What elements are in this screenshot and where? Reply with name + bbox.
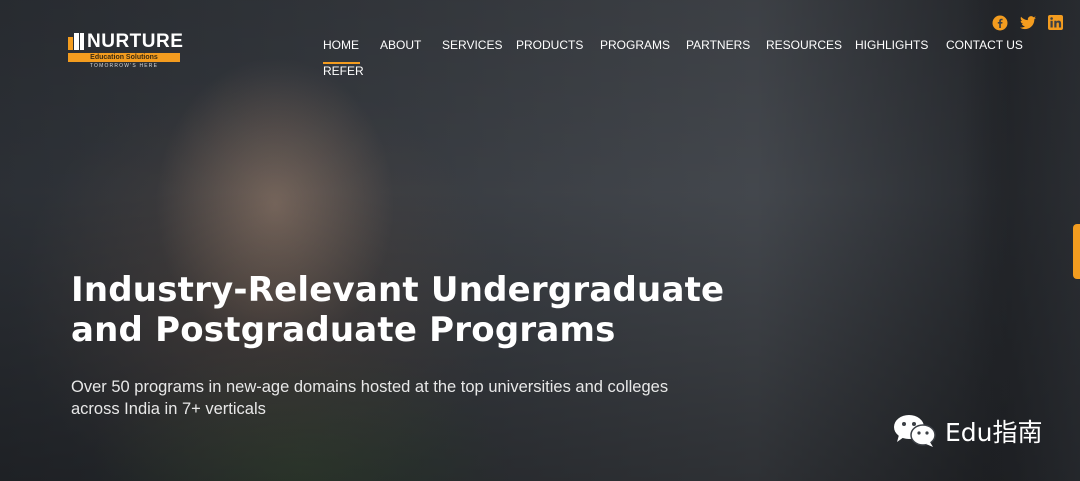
nav-products[interactable]: PRODUCTS xyxy=(516,38,583,52)
hero-title: Industry-Relevant Undergraduate and Post… xyxy=(71,270,751,350)
nav-services[interactable]: SERVICES xyxy=(442,38,502,52)
nav-programs[interactable]: PROGRAMS xyxy=(600,38,670,52)
side-tab-handle[interactable] xyxy=(1073,224,1080,279)
brand-name: NURTURE xyxy=(87,31,184,52)
nav-contact-us[interactable]: CONTACT US xyxy=(946,38,1023,52)
hero-right-panel xyxy=(962,0,1080,481)
wechat-watermark: Edu指南 xyxy=(893,413,1043,449)
hero-description-line-1: Over 50 programs in new-age domains host… xyxy=(71,378,669,396)
nav-refer[interactable]: REFER xyxy=(323,64,364,78)
watermark-text: Edu指南 xyxy=(945,418,1043,447)
linkedin-icon[interactable] xyxy=(1047,14,1064,31)
hero-title-line-1: Industry-Relevant Undergraduate xyxy=(71,270,725,310)
brand-logo[interactable]: NURTURE Education Solutions TOMORROW'S H… xyxy=(68,31,184,71)
brand-tagline: TOMORROW'S HERE xyxy=(89,63,159,69)
nav-home[interactable]: HOME xyxy=(323,38,359,52)
social-links xyxy=(991,14,1064,31)
hero-description: Over 50 programs in new-age domains host… xyxy=(71,376,731,420)
nav-highlights[interactable]: HIGHLIGHTS xyxy=(855,38,928,52)
twitter-icon[interactable] xyxy=(1019,14,1036,31)
nav-active-indicator xyxy=(323,62,360,64)
hero-description-line-2: across India in 7+ verticals xyxy=(71,400,266,418)
brand-subtitle: Education Solutions xyxy=(68,53,180,62)
nav-resources[interactable]: RESOURCES xyxy=(766,38,842,52)
nav-partners[interactable]: PARTNERS xyxy=(686,38,750,52)
facebook-icon[interactable] xyxy=(991,14,1008,31)
nav-about[interactable]: ABOUT xyxy=(380,38,421,52)
hero-title-line-2: and Postgraduate Programs xyxy=(71,310,616,350)
wechat-icon xyxy=(894,415,936,447)
logo-mark-icon xyxy=(68,33,86,50)
